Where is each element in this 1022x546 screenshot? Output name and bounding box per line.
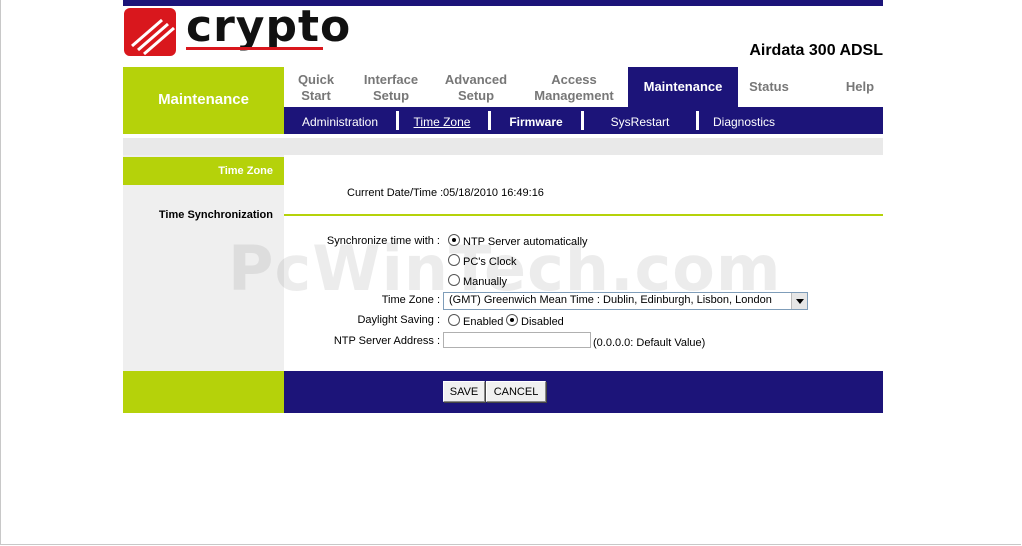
logo-underline [186,47,323,50]
menu-access-management[interactable]: Access Management [524,72,624,112]
menu-quick-start[interactable]: Quick Start [284,72,348,112]
sync-ntp-label: NTP Server automatically [463,236,588,248]
submenu-firmware[interactable]: Firmware [496,107,576,134]
timezone-label: Time Zone : [381,294,440,306]
timezone-select[interactable]: (GMT) Greenwich Mean Time : Dublin, Edin… [443,292,808,310]
ntp-hint: (0.0.0.0: Default Value) [593,337,706,349]
bottom-left-bar [123,371,284,413]
ntp-label: NTP Server Address : [333,335,440,347]
menu-interface-setup[interactable]: Interface Setup [352,72,430,112]
menu-label: Access [551,72,597,87]
save-button[interactable]: SAVE [443,381,485,402]
cancel-button[interactable]: CANCEL [486,381,546,402]
timezone-value: (GMT) Greenwich Mean Time : Dublin, Edin… [449,294,772,306]
current-datetime-label: Current Date/Time : [347,187,444,199]
sidebar-tab-label: Time Zone [218,165,273,177]
sidebar-time-zone-tab: Time Zone [123,157,284,185]
sub-menu: Administration Time Zone Firmware SysRes… [284,107,883,134]
sync-pc-clock-radio[interactable] [448,254,460,266]
sync-label: Synchronize time with : [326,235,440,247]
sidebar-section-label: Time Synchronization [158,209,273,221]
spacer-strip [123,138,883,155]
daylight-enabled-label: Enabled [463,316,504,328]
menu-help[interactable]: Help [829,67,891,107]
menu-label: Setup [372,88,410,103]
submenu-sysrestart[interactable]: SysRestart [590,107,690,134]
main-menu: Quick Start Interface Setup Advanced Set… [284,67,883,107]
section-title: Maintenance [158,91,249,108]
sync-manually-label: Manually [463,276,508,288]
menu-maintenance[interactable]: Maintenance [628,67,738,107]
menu-label: Interface [363,72,419,87]
section-title-box: Maintenance [123,67,284,134]
ntp-server-input[interactable] [443,332,591,348]
daylight-label: Daylight Saving : [357,314,440,326]
submenu-time-zone[interactable]: Time Zone [404,107,480,134]
sync-pc-clock-label: PC's Clock [463,256,517,268]
daylight-enabled-radio[interactable] [448,314,460,326]
logo-text: crypto [186,1,352,52]
daylight-disabled-label: Disabled [521,316,564,328]
menu-label: Start [301,88,331,103]
submenu-separator [696,111,699,130]
submenu-diagnostics[interactable]: Diagnostics [704,107,784,134]
submenu-administration[interactable]: Administration [290,107,390,134]
submenu-separator [488,111,491,130]
submenu-separator [396,111,399,130]
sync-ntp-radio[interactable] [448,234,460,246]
daylight-disabled-radio[interactable] [506,314,518,326]
menu-label: Advanced [444,72,508,87]
menu-label: Management [534,88,614,103]
menu-status[interactable]: Status [738,67,800,107]
device-model: Airdata 300 ADSL [749,42,883,59]
chevron-down-icon[interactable] [791,293,807,309]
menu-label: Quick [297,72,335,87]
menu-label: Setup [457,88,495,103]
bottom-button-bar [284,371,883,413]
logo-icon [124,8,176,56]
sync-manually-radio[interactable] [448,274,460,286]
submenu-separator [581,111,584,130]
section-divider [284,214,883,216]
menu-advanced-setup[interactable]: Advanced Setup [434,72,518,112]
current-datetime-value: 05/18/2010 16:49:16 [443,187,544,199]
